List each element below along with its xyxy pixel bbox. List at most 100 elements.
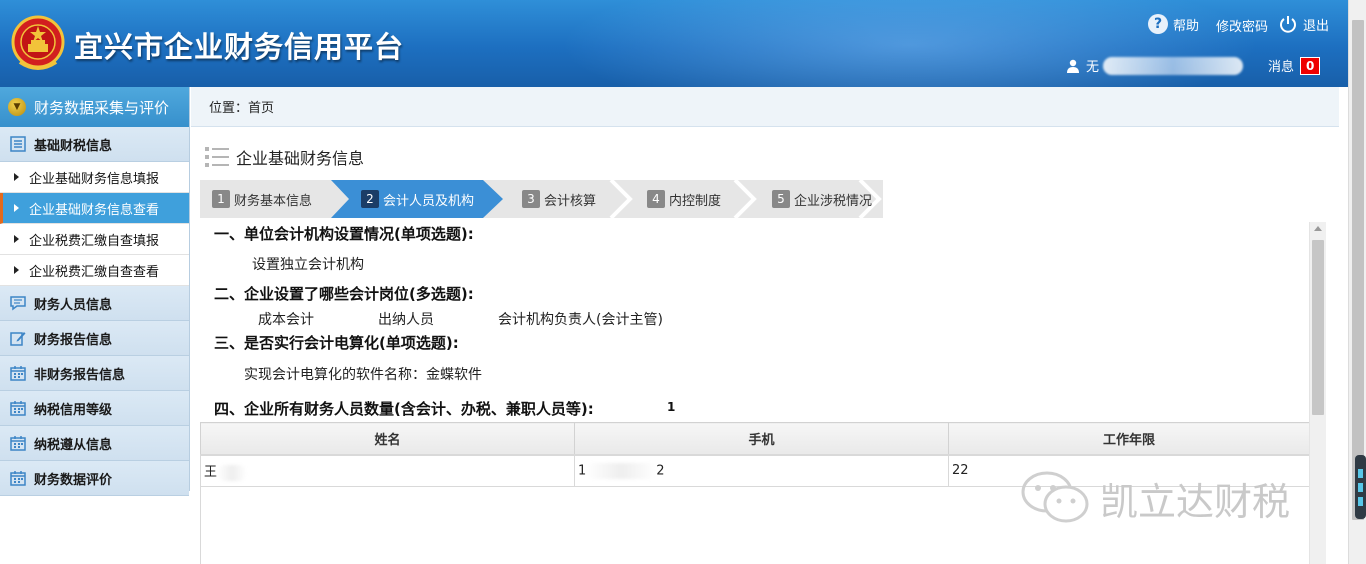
question-2-answer-3: 会计机构负责人(会计主管) xyxy=(498,312,663,328)
page-heading: 企业基础财务信息 xyxy=(204,144,364,170)
step-number: 4 xyxy=(647,190,665,208)
triangle-right-icon xyxy=(14,266,19,274)
help-icon: ? xyxy=(1148,14,1168,34)
step-2-active[interactable]: 2 会计人员及机构 xyxy=(361,180,474,218)
column-header-years: 工作年限 xyxy=(948,422,1310,455)
step-label: 企业涉税情况 xyxy=(794,193,873,209)
sidebar-section-tax-credit-level[interactable]: 纳税信用等级 xyxy=(0,391,189,426)
sidebar-section-finance-staff[interactable]: 财务人员信息 xyxy=(0,286,189,321)
sidebar-item-view-tax-selfcheck[interactable]: 企业税费汇缴自查查看 xyxy=(0,255,189,286)
messages-link[interactable]: 消息 0 xyxy=(1268,56,1321,75)
help-link[interactable]: ? 帮助 xyxy=(1148,14,1199,34)
user-name-prefix: 无 xyxy=(1086,60,1100,75)
redacted-name xyxy=(217,464,248,481)
section-label: 财务报告信息 xyxy=(34,332,113,348)
sidebar-section-finance-evaluation[interactable]: 财务数据评价 xyxy=(0,461,189,496)
step-label: 会计人员及机构 xyxy=(383,193,475,209)
column-header-phone: 手机 xyxy=(574,422,949,455)
content-scrollbar[interactable] xyxy=(1309,222,1326,564)
chat-icon xyxy=(10,296,26,311)
triangle-right-icon xyxy=(14,235,19,243)
logout-link[interactable]: 退出 xyxy=(1278,14,1329,34)
step-5[interactable]: 5 企业涉税情况 xyxy=(772,180,872,218)
section-label: 财务数据评价 xyxy=(34,472,113,488)
question-2-answer-2: 出纳人员 xyxy=(378,312,434,328)
name-visible-part: 王 xyxy=(204,465,218,480)
sub-item-label: 企业基础财务信息查看 xyxy=(29,202,160,218)
grip-dot xyxy=(1358,483,1363,492)
breadcrumb: 位置：首页 xyxy=(191,87,1339,127)
sidebar-header[interactable]: ▼ 财务数据采集与评价 xyxy=(0,87,189,127)
sidebar-section-finance-report[interactable]: 财务报告信息 xyxy=(0,321,189,356)
question-3-title: 三、是否实行会计电算化(单项选题): xyxy=(214,334,459,352)
messages-label: 消息 xyxy=(1268,60,1295,75)
help-label: 帮助 xyxy=(1173,18,1200,34)
collapse-toggle-icon: ▼ xyxy=(8,98,26,116)
triangle-right-icon xyxy=(14,204,19,212)
redacted-user-name xyxy=(1103,56,1244,75)
sub-item-label: 企业基础财务信息填报 xyxy=(29,171,160,187)
table-header-row: 姓名 手机 工作年限 xyxy=(200,422,1310,455)
question-2-title: 二、企业设置了哪些会计岗位(多选题): xyxy=(214,285,474,303)
sidebar-title: 财务数据采集与评价 xyxy=(34,98,170,117)
calendar-icon xyxy=(10,366,26,381)
sidebar: ▼ 财务数据采集与评价 基础财税信息 企业基础财务信息填报 企业基础财务信息查看… xyxy=(0,87,190,496)
sidebar-section-basic-tax[interactable]: 基础财税信息 xyxy=(0,127,189,162)
section-label: 基础财税信息 xyxy=(34,138,113,154)
message-count-badge: 0 xyxy=(1300,56,1321,75)
step-number: 1 xyxy=(212,190,230,208)
logout-label: 退出 xyxy=(1303,18,1330,34)
phone-visible-end: 2 xyxy=(656,463,665,479)
question-1-title: 一、单位会计机构设置情况(单项选题): xyxy=(214,225,474,243)
cell-phone: 12 xyxy=(574,453,949,487)
national-emblem-icon xyxy=(11,15,65,70)
site-title: 宜兴市企业财务信用平台 xyxy=(74,30,405,64)
column-header-name: 姓名 xyxy=(200,422,575,455)
question-4-title: 四、企业所有财务人员数量(含会计、办税、兼职人员等): xyxy=(214,400,594,418)
question-2-answer-1: 成本会计 xyxy=(258,312,314,328)
edit-icon xyxy=(10,332,26,346)
calendar-icon xyxy=(10,471,26,486)
calendar-icon xyxy=(10,436,26,451)
sidebar-item-fill-basic-finance[interactable]: 企业基础财务信息填报 xyxy=(0,162,189,193)
list-lines-icon xyxy=(205,147,229,167)
sidebar-item-fill-tax-selfcheck[interactable]: 企业税费汇缴自查填报 xyxy=(0,224,189,255)
sidebar-section-nonfinance-report[interactable]: 非财务报告信息 xyxy=(0,356,189,391)
content-scroll-thumb[interactable] xyxy=(1312,240,1324,415)
power-icon xyxy=(1280,16,1296,33)
triangle-right-icon xyxy=(14,173,19,181)
list-icon xyxy=(10,136,26,152)
question-4-value: 1 xyxy=(667,400,676,414)
step-number: 2 xyxy=(361,190,379,208)
redacted-phone xyxy=(586,462,657,479)
watermark-text: 凯立达财税 xyxy=(1100,479,1291,524)
page-title: 企业基础财务信息 xyxy=(236,149,365,168)
calendar-icon xyxy=(10,401,26,416)
phone-visible-start: 1 xyxy=(578,463,587,479)
app-window: 宜兴市企业财务信用平台 ? 帮助 修改密码 退出 无 消息 0 ▼ 财务数据采集… xyxy=(0,0,1366,564)
step-4[interactable]: 4 内控制度 xyxy=(647,180,721,218)
step-1[interactable]: 1 财务基本信息 xyxy=(212,180,312,218)
step-number: 5 xyxy=(772,190,790,208)
question-1-answer: 设置独立会计机构 xyxy=(252,257,364,273)
user-icon xyxy=(1067,59,1079,73)
cell-name: 王 xyxy=(200,453,575,487)
sub-item-label: 企业税费汇缴自查查看 xyxy=(29,264,160,280)
step-label: 内控制度 xyxy=(669,193,722,209)
step-3[interactable]: 3 会计核算 xyxy=(522,180,596,218)
sidebar-item-view-basic-finance[interactable]: 企业基础财务信息查看 xyxy=(0,193,189,224)
header-banner: 宜兴市企业财务信用平台 ? 帮助 修改密码 退出 无 消息 0 xyxy=(0,0,1348,87)
section-label: 非财务报告信息 xyxy=(34,367,126,383)
user-info[interactable]: 无 xyxy=(1066,56,1244,75)
watermark: 凯立达财税 xyxy=(1020,470,1290,526)
step-label: 会计核算 xyxy=(544,193,597,209)
section-label: 财务人员信息 xyxy=(34,297,113,313)
sub-item-label: 企业税费汇缴自查填报 xyxy=(29,233,160,249)
page-scroll-thumb[interactable] xyxy=(1352,20,1364,520)
scroll-up-arrow-icon[interactable] xyxy=(1314,226,1322,231)
section-label: 纳税信用等级 xyxy=(34,402,113,418)
change-password-link[interactable]: 修改密码 xyxy=(1216,16,1268,35)
side-drag-handle[interactable] xyxy=(1355,455,1366,519)
sidebar-section-tax-compliance[interactable]: 纳税遵从信息 xyxy=(0,426,189,461)
step-number: 3 xyxy=(522,190,540,208)
